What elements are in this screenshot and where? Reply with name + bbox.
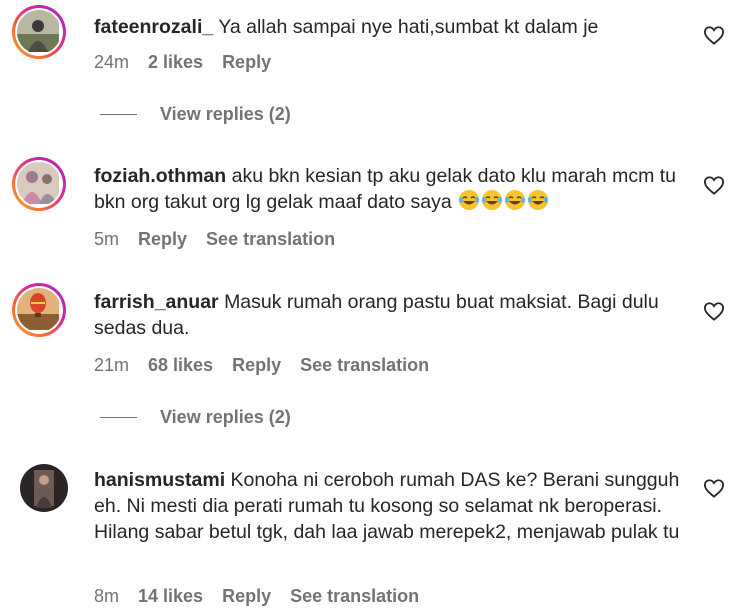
comment-meta: 8m 14 likes Reply See translation xyxy=(94,586,438,607)
likes-count[interactable]: 14 likes xyxy=(138,586,203,607)
timestamp: 24m xyxy=(94,52,130,72)
avatar[interactable] xyxy=(12,5,66,59)
face-with-tears-of-joy-icon xyxy=(528,190,549,210)
heart-outline-icon[interactable] xyxy=(703,25,725,45)
view-replies-button[interactable]: View replies (2) xyxy=(100,407,291,428)
reply-button[interactable]: Reply xyxy=(222,586,271,607)
timestamp: 21m xyxy=(94,355,130,375)
username-link[interactable]: farrish_anuar xyxy=(94,291,219,313)
avatar-photo xyxy=(17,10,59,52)
comment-meta: 21m 68 likes Reply See translation xyxy=(94,355,448,376)
see-translation-button[interactable]: See translation xyxy=(290,586,419,607)
comment-text: hanismustami Konoha ni ceroboh rumah DAS… xyxy=(94,467,684,545)
likes-count[interactable]: 2 likes xyxy=(148,52,203,73)
comment-text: foziah.othman aku bkn kesian tp aku gela… xyxy=(94,163,684,215)
divider-line xyxy=(100,417,137,418)
avatar-photo xyxy=(20,464,68,512)
comment-meta: 24m 2 likes Reply xyxy=(94,52,290,73)
emoji-group xyxy=(457,190,549,213)
timestamp: 5m xyxy=(94,229,120,249)
divider-line xyxy=(100,114,137,115)
heart-outline-icon[interactable] xyxy=(703,301,725,321)
likes-count[interactable]: 68 likes xyxy=(148,355,213,376)
view-replies-button[interactable]: View replies (2) xyxy=(100,104,291,125)
avatar-photo xyxy=(17,162,59,204)
heart-outline-icon[interactable] xyxy=(703,175,725,195)
comment-meta: 5m Reply See translation xyxy=(94,229,354,250)
avatar[interactable] xyxy=(20,464,68,512)
avatar[interactable] xyxy=(12,283,66,337)
view-replies-label: View replies (2) xyxy=(160,104,291,124)
face-with-tears-of-joy-icon xyxy=(482,190,503,210)
comment-body: Ya allah sampai nye hati,sumbat kt dalam… xyxy=(218,16,599,38)
username-link[interactable]: foziah.othman xyxy=(94,165,226,187)
see-translation-button[interactable]: See translation xyxy=(206,229,335,250)
username-link[interactable]: hanismustami xyxy=(94,469,225,491)
see-translation-button[interactable]: See translation xyxy=(300,355,429,376)
comment-text: fateenrozali_ Ya allah sampai nye hati,s… xyxy=(94,14,684,40)
face-with-tears-of-joy-icon xyxy=(505,190,526,210)
reply-button[interactable]: Reply xyxy=(138,229,187,250)
view-replies-label: View replies (2) xyxy=(160,407,291,427)
reply-button[interactable]: Reply xyxy=(222,52,271,73)
heart-outline-icon[interactable] xyxy=(703,478,725,498)
username-link[interactable]: fateenrozali_ xyxy=(94,16,213,38)
face-with-tears-of-joy-icon xyxy=(459,190,480,210)
reply-button[interactable]: Reply xyxy=(232,355,281,376)
comment-text: farrish_anuar Masuk rumah orang pastu bu… xyxy=(94,289,684,341)
avatar[interactable] xyxy=(12,157,66,211)
avatar-photo xyxy=(17,288,59,330)
timestamp: 8m xyxy=(94,586,120,606)
